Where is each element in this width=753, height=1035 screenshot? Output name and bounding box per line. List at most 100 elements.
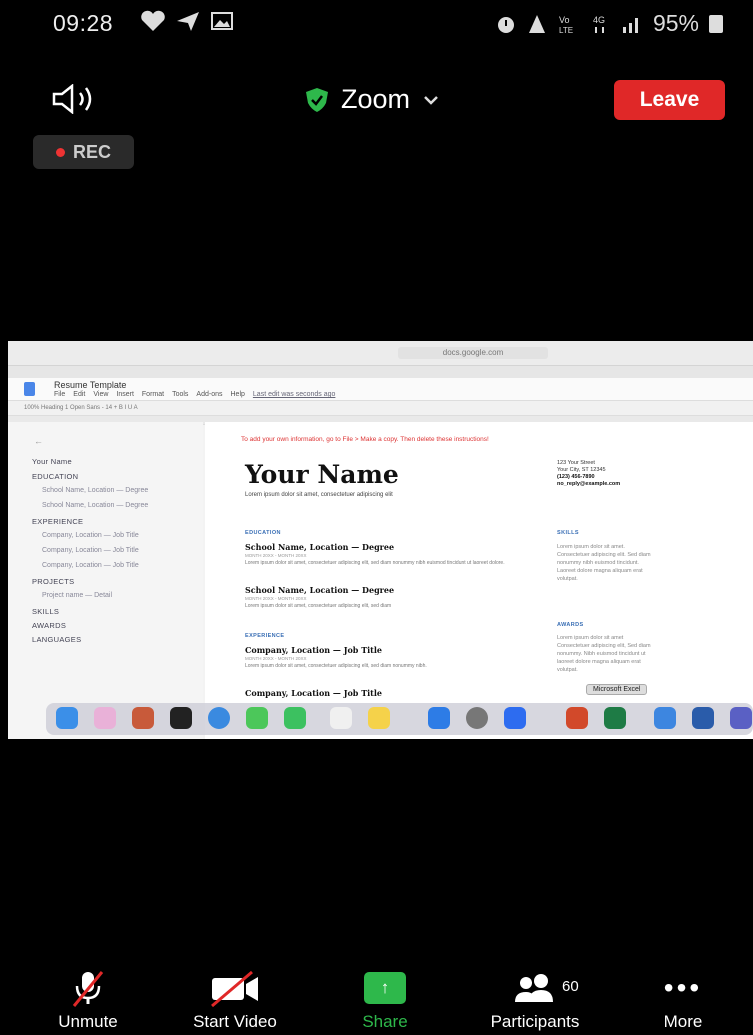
heart-icon — [141, 10, 165, 31]
microphone-muted-icon — [72, 971, 104, 1007]
facetime-icon — [284, 707, 306, 729]
outline-item: PROJECTS — [32, 577, 75, 586]
entry-text: Lorem ipsum dolor sit amet, consectetuer… — [245, 603, 392, 609]
contact-line: (123) 456-7890 — [557, 474, 595, 480]
share-button[interactable]: ↑ Share — [350, 968, 420, 1035]
start-video-label: Start Video — [193, 1012, 277, 1031]
awards-text: Lorem ipsum dolor sit amet Consectetuer … — [557, 635, 651, 673]
calendar-icon — [330, 707, 352, 729]
messages-icon — [246, 707, 268, 729]
outline-item: Company, Location — Job Title — [42, 532, 139, 539]
menu-file: File — [54, 391, 66, 398]
battery-icon — [709, 14, 723, 33]
menu-help: Help — [230, 391, 245, 398]
share-label: Share — [362, 1012, 408, 1031]
skills-text: Lorem ipsum dolor sit amet. Consectetuer… — [557, 544, 651, 582]
status-indicators: Vo LTE 4G 95% — [495, 10, 723, 37]
speaker-icon[interactable] — [52, 84, 106, 114]
section-heading: SKILLS — [557, 530, 579, 536]
recording-label: REC — [72, 141, 111, 162]
contact-line: Your City, ST 12345 — [557, 467, 606, 473]
participants-button[interactable]: Participants — [470, 968, 600, 1035]
menu-tools: Tools — [172, 391, 189, 398]
status-time: 09:28 — [53, 10, 114, 36]
entry-meta: MONTH 20XX - MONTH 20XX — [245, 656, 307, 661]
word-icon — [692, 707, 714, 729]
safari-icon — [208, 707, 230, 729]
send-icon — [177, 12, 199, 31]
signal-icon — [528, 14, 545, 33]
settings-icon — [466, 707, 488, 729]
browser-url: docs.google.com — [398, 347, 548, 359]
browser-tab — [8, 366, 381, 378]
more-button[interactable]: ••• More — [648, 968, 718, 1035]
more-label: More — [663, 1012, 703, 1031]
entry-meta: MONTH 20XX - MONTH 20XX — [245, 596, 307, 601]
launchpad-icon — [132, 707, 154, 729]
zoom-icon — [504, 707, 526, 729]
menu-edit: Edit — [73, 391, 86, 398]
menu-view: View — [93, 391, 109, 398]
entry-title: Company, Location — Job Title — [245, 688, 383, 698]
resume-name: Your Name — [245, 460, 399, 489]
leave-button[interactable]: Leave — [614, 80, 725, 120]
entry-title: School Name, Location — Degree — [245, 542, 395, 552]
entry-title: Company, Location — Job Title — [245, 645, 383, 655]
shared-screen[interactable]: docs.google.com Resume Template File Edi… — [8, 341, 753, 739]
doc-header: Resume Template File Edit View Insert Fo… — [8, 378, 753, 400]
resume-subtitle: Lorem ipsum dolor sit amet, consectetuer… — [245, 492, 393, 498]
4g-icon: 4G — [593, 15, 605, 33]
chevron-down-icon — [424, 95, 438, 105]
unmute-button[interactable]: Unmute — [44, 968, 132, 1035]
image-icon — [211, 12, 233, 30]
contact-line: 123 Your Street — [557, 460, 595, 466]
alarm-icon — [497, 16, 514, 33]
video-off-icon — [211, 970, 258, 1008]
powerpoint-icon — [566, 707, 588, 729]
recording-badge[interactable]: REC — [33, 135, 134, 169]
meeting-title[interactable]: Zoom — [305, 84, 440, 115]
dock-tooltip: Microsoft Excel — [586, 684, 648, 695]
record-dot-icon — [55, 147, 65, 157]
browser-toolbar: docs.google.com — [8, 341, 753, 366]
doc-page: To add your own information, go to File … — [205, 422, 753, 739]
outline-item: Company, Location — Job Title — [42, 562, 139, 569]
appstore-icon — [428, 707, 450, 729]
participants-label: Participants — [490, 1012, 580, 1031]
entry-meta: MONTH 20XX - MONTH 20XX — [245, 553, 307, 558]
volte-icon: VoLTE — [559, 15, 573, 35]
last-edit-link: Last edit was seconds ago — [252, 391, 336, 398]
browser-tab — [381, 366, 753, 378]
battery-level: 95% — [652, 10, 699, 36]
doc-menu: File Edit View Insert Format Tools Add-o… — [54, 391, 335, 398]
teams-icon — [730, 707, 752, 729]
outline-item: LANGUAGES — [32, 635, 82, 644]
svg-text:Vo: Vo — [559, 15, 570, 25]
more-dots-icon: ••• — [663, 972, 703, 1003]
outline-item: School Name, Location — Degree — [42, 502, 149, 509]
meeting-controls: Unmute Start Video ↑ Share Participants — [0, 968, 753, 1035]
photos-icon — [94, 707, 116, 729]
section-heading: EXPERIENCE — [245, 633, 285, 639]
menu-format: Format — [141, 391, 165, 398]
outline-item: School Name, Location — Degree — [42, 487, 149, 494]
piano-icon — [170, 707, 192, 729]
meeting-top-bar: Zoom Leave — [0, 70, 753, 130]
svg-text:LTE: LTE — [559, 26, 573, 35]
menu-insert: Insert — [116, 391, 134, 398]
status-notifications — [140, 10, 234, 32]
contact-block: 123 Your Street Your City, ST 12345 (123… — [557, 460, 620, 488]
outline-item: EXPERIENCE — [32, 517, 84, 526]
status-bar: 09:28 Vo LTE 4G 95% — [0, 0, 753, 50]
outline-item: AWARDS — [32, 621, 67, 630]
participants-icon — [515, 974, 553, 1002]
mail-icon — [654, 707, 676, 729]
back-arrow-icon: ← — [34, 436, 43, 446]
entry-text: Lorem ipsum dolor sit amet, consectetuer… — [245, 663, 427, 669]
share-arrow-icon: ↑ — [364, 972, 406, 1004]
mac-dock — [46, 703, 753, 735]
start-video-button[interactable]: Start Video — [176, 968, 294, 1035]
section-heading: AWARDS — [557, 622, 584, 628]
doc-title: Resume Template — [54, 380, 127, 390]
outline-item: SKILLS — [32, 607, 60, 616]
